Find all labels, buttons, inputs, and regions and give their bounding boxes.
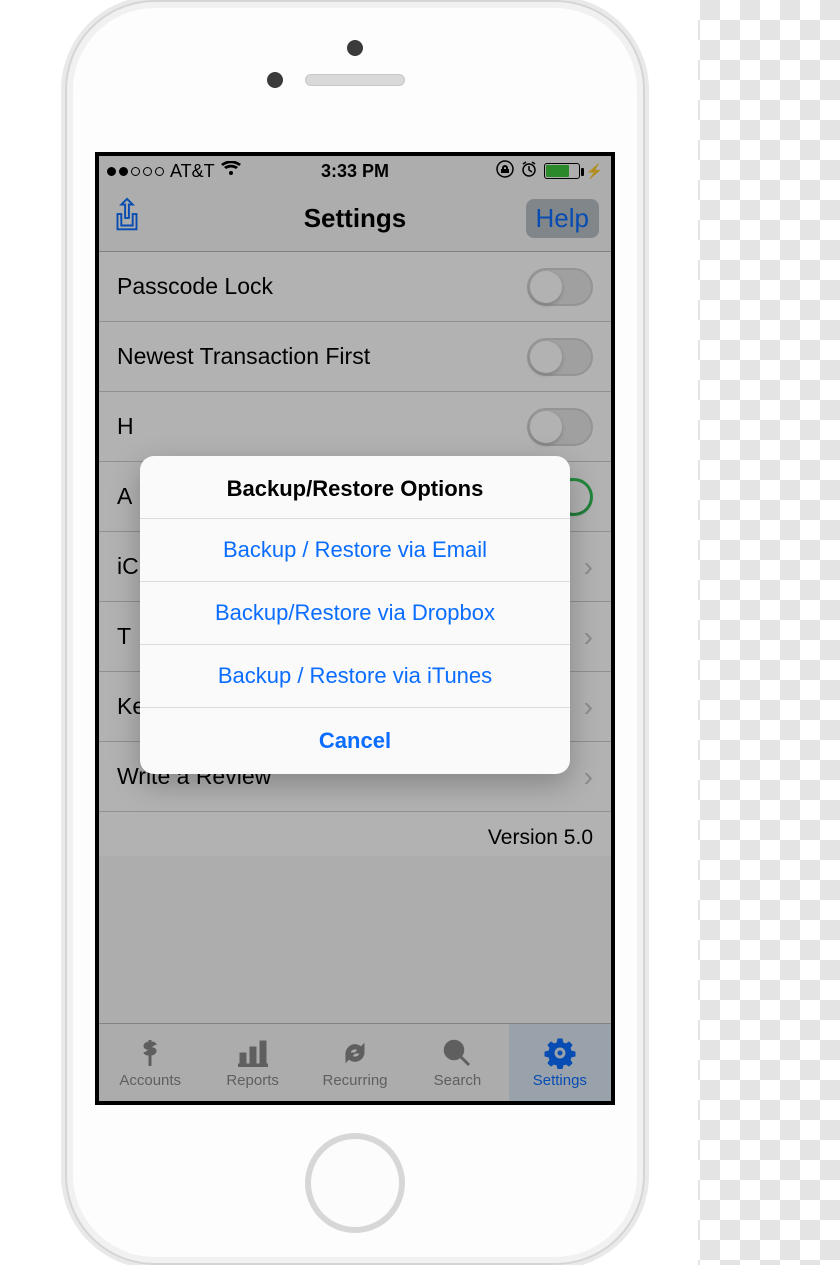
- tab-label: Recurring: [323, 1072, 388, 1089]
- version-label: Version 5.0: [99, 812, 611, 856]
- sheet-option-email[interactable]: Backup / Restore via Email: [140, 519, 570, 582]
- chevron-right-icon: ›: [584, 691, 593, 723]
- refresh-icon: [340, 1036, 370, 1070]
- sheet-cancel-button[interactable]: Cancel: [140, 708, 570, 774]
- tab-settings[interactable]: Settings: [509, 1024, 611, 1101]
- status-time: 3:33 PM: [99, 161, 611, 182]
- row-label: A: [117, 483, 132, 510]
- row-label: iC: [117, 553, 139, 580]
- row-label: H: [117, 413, 134, 440]
- row-label: Passcode Lock: [117, 273, 273, 300]
- status-bar: AT&T 3:33 PM ⚡: [99, 156, 611, 186]
- tab-label: Reports: [226, 1072, 279, 1089]
- phone-sensor: [267, 72, 283, 88]
- search-icon: [442, 1036, 472, 1070]
- tab-search[interactable]: Search: [406, 1024, 508, 1101]
- row-passcode-lock[interactable]: Passcode Lock: [99, 252, 611, 322]
- toggle[interactable]: [527, 408, 593, 446]
- row-label: T: [117, 623, 131, 650]
- toggle-passcode[interactable]: [527, 268, 593, 306]
- sheet-option-itunes[interactable]: Backup / Restore via iTunes: [140, 645, 570, 708]
- sheet-title: Backup/Restore Options: [140, 456, 570, 519]
- battery-icon: [544, 163, 580, 179]
- row-newest-first[interactable]: Newest Transaction First: [99, 322, 611, 392]
- tab-label: Accounts: [119, 1072, 181, 1089]
- row-obscured-1[interactable]: H: [99, 392, 611, 462]
- chevron-right-icon: ›: [584, 621, 593, 653]
- phone-speaker: [305, 74, 405, 86]
- phone-camera: [347, 40, 363, 56]
- tab-reports[interactable]: Reports: [201, 1024, 303, 1101]
- sheet-option-dropbox[interactable]: Backup/Restore via Dropbox: [140, 582, 570, 645]
- chevron-right-icon: ›: [584, 761, 593, 793]
- home-button[interactable]: [305, 1133, 405, 1233]
- tab-label: Settings: [533, 1072, 587, 1089]
- chevron-right-icon: ›: [584, 551, 593, 583]
- action-sheet-backup-restore: Backup/Restore Options Backup / Restore …: [140, 456, 570, 774]
- tab-bar: Accounts Reports Recurring Search Settin…: [99, 1023, 611, 1101]
- row-label: Newest Transaction First: [117, 343, 370, 370]
- tab-recurring[interactable]: Recurring: [304, 1024, 406, 1101]
- nav-bar: Settings Help: [99, 186, 611, 252]
- dollar-icon: [137, 1036, 163, 1070]
- screen: AT&T 3:33 PM ⚡ Settings: [95, 152, 615, 1105]
- gear-icon: [544, 1036, 576, 1070]
- tab-label: Search: [434, 1072, 482, 1089]
- tab-accounts[interactable]: Accounts: [99, 1024, 201, 1101]
- bar-chart-icon: [238, 1036, 268, 1070]
- nav-title: Settings: [99, 203, 611, 234]
- phone-frame: AT&T 3:33 PM ⚡ Settings: [65, 0, 645, 1265]
- toggle-newest[interactable]: [527, 338, 593, 376]
